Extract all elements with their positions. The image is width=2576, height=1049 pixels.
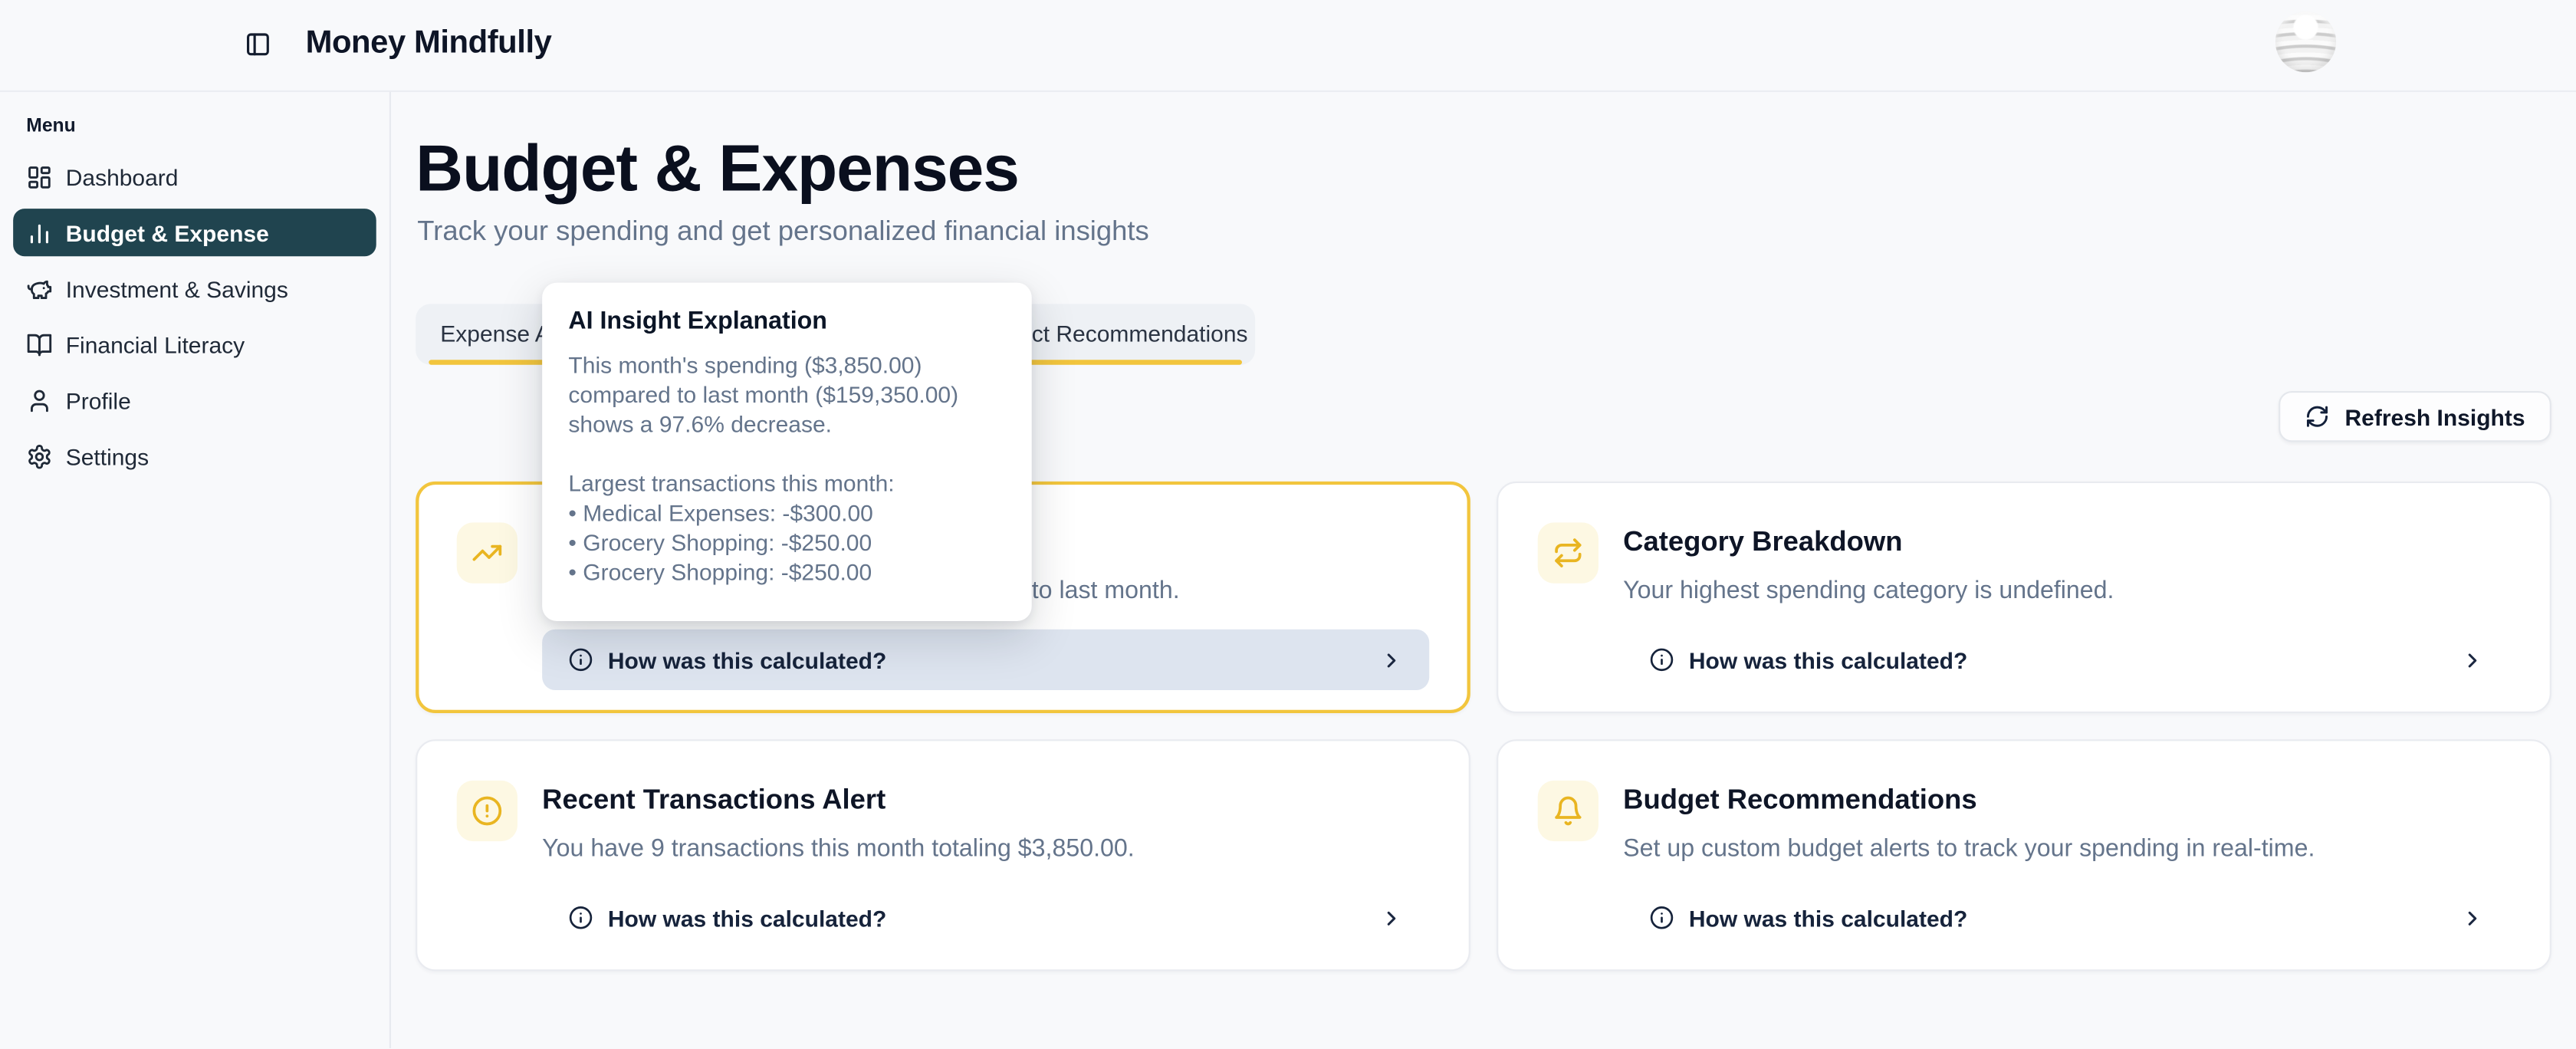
how-calculated-label: How was this calculated?	[608, 646, 886, 672]
sidebar: Menu Dashboard Budget & Expense Investme…	[0, 92, 391, 1049]
piggy-bank-icon	[26, 275, 52, 301]
sidebar-menu-label: Menu	[26, 117, 363, 136]
card-content: Budget Recommendations Set up custom bud…	[1623, 781, 2510, 969]
tab-recommendations[interactable]: ct Recommendations	[1032, 304, 1248, 364]
book-open-icon	[26, 331, 52, 357]
sidebar-item-settings[interactable]: Settings	[13, 432, 376, 480]
app-title: Money Mindfully	[306, 23, 552, 64]
card-recent-transactions-alert: Recent Transactions Alert You have 9 tra…	[416, 739, 1470, 971]
tooltip-title: AI Insight Explanation	[568, 306, 1005, 337]
page-title: Budget & Expenses	[416, 131, 1019, 207]
sidebar-item-label: Settings	[66, 443, 149, 469]
how-calculated-label: How was this calculated?	[608, 905, 886, 931]
sidebar-item-budget-expense[interactable]: Budget & Expense	[13, 209, 376, 256]
sidebar-item-label: Financial Literacy	[66, 331, 245, 357]
chevron-right-icon	[1380, 906, 1403, 929]
info-icon	[1649, 906, 1674, 930]
trending-up-icon	[457, 522, 518, 583]
how-calculated-button[interactable]: How was this calculated?	[542, 630, 1429, 690]
dashboard-grid-icon	[26, 163, 52, 189]
card-body: Your highest spending category is undefi…	[1623, 575, 2510, 607]
how-calculated-label: How was this calculated?	[1689, 905, 1967, 931]
sidebar-item-label: Profile	[66, 387, 131, 413]
bar-chart-icon	[26, 219, 52, 245]
card-budget-recommendations: Budget Recommendations Set up custom bud…	[1497, 739, 2551, 971]
repeat-icon	[1538, 522, 1598, 583]
card-title: Recent Transactions Alert	[542, 782, 1429, 817]
how-calculated-button[interactable]: How was this calculated?	[1623, 630, 2510, 690]
sidebar-item-label: Dashboard	[66, 163, 179, 189]
alert-circle-icon	[457, 781, 518, 841]
card-title: Category Breakdown	[1623, 524, 2510, 559]
bell-icon	[1538, 781, 1598, 841]
info-icon	[568, 647, 593, 672]
refresh-icon	[2305, 404, 2330, 429]
chevron-right-icon	[1380, 648, 1403, 671]
sidebar-item-investment-savings[interactable]: Investment & Savings	[13, 265, 376, 312]
refresh-insights-label: Refresh Insights	[2344, 403, 2525, 429]
card-content: Recent Transactions Alert You have 9 tra…	[542, 781, 1429, 969]
ai-insight-tooltip: AI Insight Explanation This month's spen…	[542, 283, 1032, 621]
card-category-breakdown: Category Breakdown Your highest spending…	[1497, 482, 2551, 713]
chevron-right-icon	[2461, 906, 2484, 929]
sidebar-item-financial-literacy[interactable]: Financial Literacy	[13, 321, 376, 368]
info-icon	[568, 906, 593, 930]
sidebar-item-dashboard[interactable]: Dashboard	[13, 153, 376, 200]
avatar[interactable]	[2275, 12, 2336, 72]
how-calculated-button[interactable]: How was this calculated?	[542, 887, 1429, 948]
sidebar-item-label: Investment & Savings	[66, 275, 288, 301]
card-body: You have 9 transactions this month total…	[542, 833, 1429, 864]
how-calculated-label: How was this calculated?	[1689, 646, 1967, 672]
tab-expense-analysis[interactable]: Expense A	[440, 304, 550, 364]
sidebar-toggle-button[interactable]	[245, 26, 281, 62]
gear-icon	[26, 443, 52, 469]
sidebar-item-profile[interactable]: Profile	[13, 377, 376, 424]
user-icon	[26, 387, 52, 413]
how-calculated-button[interactable]: How was this calculated?	[1623, 887, 2510, 948]
sidebar-nav: Dashboard Budget & Expense Investment & …	[0, 153, 389, 479]
info-icon	[1649, 647, 1674, 672]
app-header: Money Mindfully	[0, 0, 2576, 92]
page-subtitle: Track your spending and get personalized…	[417, 215, 1148, 248]
card-content: Category Breakdown Your highest spending…	[1623, 522, 2510, 711]
tooltip-body: This month's spending ($3,850.00) compar…	[568, 350, 1005, 587]
refresh-insights-button[interactable]: Refresh Insights	[2279, 391, 2551, 442]
panel-left-icon	[245, 31, 281, 58]
sidebar-item-label: Budget & Expense	[66, 219, 269, 245]
card-body: Set up custom budget alerts to track you…	[1623, 833, 2510, 864]
app-root: Money Mindfully Menu Dashboard Budget & …	[0, 0, 2576, 1049]
card-title: Budget Recommendations	[1623, 782, 2510, 817]
chevron-right-icon	[2461, 648, 2484, 671]
